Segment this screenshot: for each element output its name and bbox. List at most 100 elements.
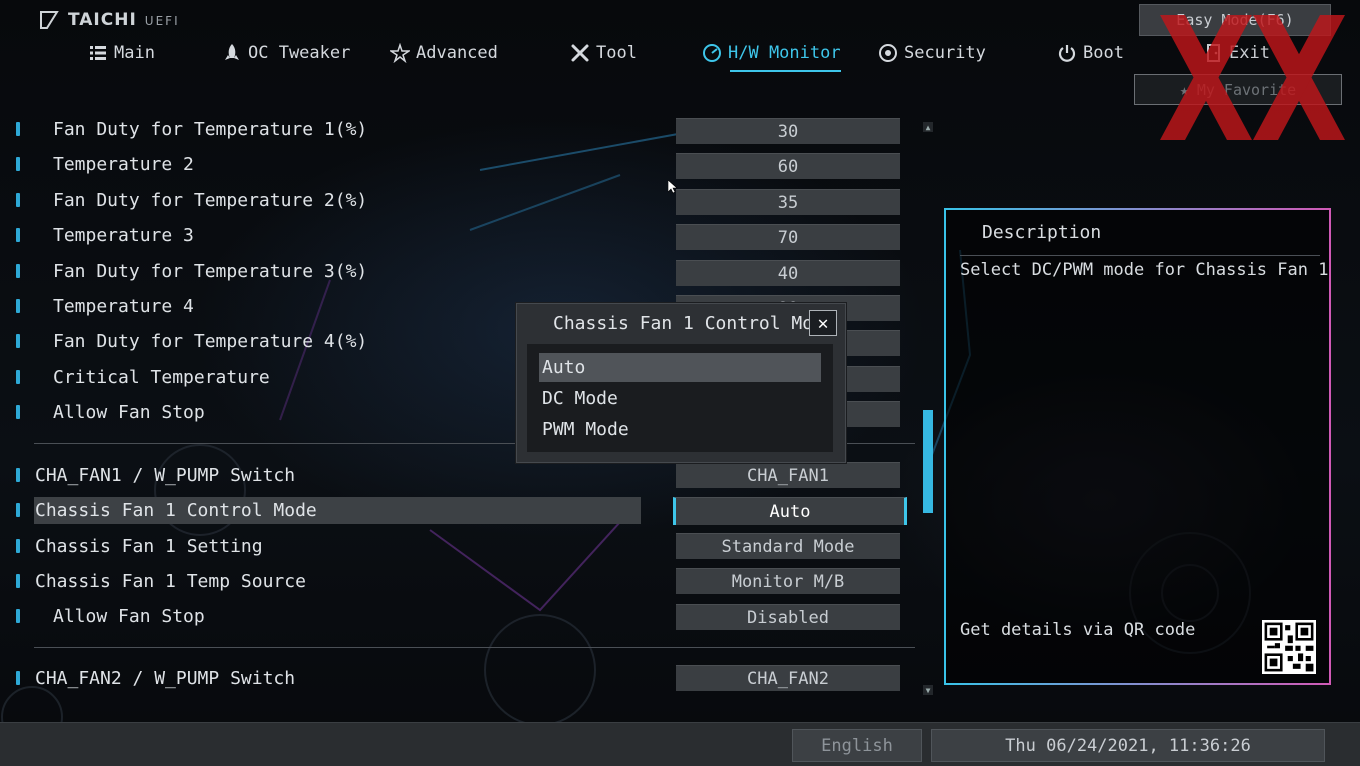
row-marker <box>16 334 20 348</box>
brand-name: TAICHI <box>68 10 137 30</box>
list-icon <box>90 46 106 60</box>
section-divider <box>34 647 915 648</box>
setting-row[interactable]: Temperature 2 <box>0 151 640 181</box>
setting-value[interactable]: CHA_FAN2 <box>676 665 900 691</box>
setting-label: Fan Duty for Temperature 4(%) <box>53 331 368 352</box>
shield-icon <box>879 44 897 62</box>
setting-row[interactable]: Chassis Fan 1 Setting <box>0 533 640 563</box>
active-tab-underline <box>730 70 841 72</box>
language-selector[interactable]: English <box>792 729 922 762</box>
uefi-label: UEFI <box>144 14 180 28</box>
row-marker <box>16 405 20 419</box>
setting-value[interactable]: 70 <box>676 224 900 250</box>
tab-label: Boot <box>1083 43 1124 63</box>
tab-label: Main <box>114 43 155 63</box>
setting-label: Fan Duty for Temperature 2(%) <box>53 190 368 211</box>
scroll-down-arrow-icon[interactable]: ▼ <box>923 685 933 695</box>
setting-value[interactable]: 35 <box>676 189 900 215</box>
system-datetime[interactable]: Thu 06/24/2021, 11:36:26 <box>931 729 1325 762</box>
setting-label: Temperature 3 <box>53 225 194 246</box>
setting-value[interactable]: CHA_FAN1 <box>676 462 900 488</box>
setting-value[interactable]: Standard Mode <box>676 533 900 559</box>
setting-row[interactable]: Chassis Fan 1 Temp Source <box>0 568 640 598</box>
monitor-gauge-icon <box>703 44 721 62</box>
row-marker <box>16 193 20 207</box>
option-auto[interactable]: Auto <box>539 353 821 382</box>
qr-code-label: Get details via QR code <box>960 620 1196 640</box>
setting-row[interactable]: Fan Duty for Temperature 3(%) <box>0 258 640 288</box>
footer-bar: English Thu 06/24/2021, 11:36:26 <box>0 722 1360 766</box>
tools-icon <box>571 44 589 62</box>
row-marker <box>16 539 20 553</box>
tab-security[interactable]: Security <box>878 40 986 66</box>
dialog-title: Chassis Fan 1 Control Mode <box>553 313 835 334</box>
setting-label: Temperature 4 <box>53 296 194 317</box>
watermark-logo-icon <box>1160 15 1345 140</box>
description-text: Select DC/PWM mode for Chassis Fan 1 <box>960 260 1329 280</box>
taichi-logo-icon <box>40 11 59 29</box>
setting-value[interactable]: Disabled <box>676 604 900 630</box>
tab-label: Tool <box>596 43 637 63</box>
setting-label: Chassis Fan 1 Temp Source <box>35 571 306 592</box>
scroll-up-arrow-icon[interactable]: ▲ <box>923 122 933 132</box>
setting-row-selected[interactable]: Chassis Fan 1 Control Mode <box>0 497 641 527</box>
tab-label: Security <box>904 43 986 63</box>
row-marker <box>16 122 20 136</box>
setting-value[interactable]: Monitor M/B <box>676 568 900 594</box>
setting-label: Fan Duty for Temperature 1(%) <box>53 119 368 140</box>
setting-value[interactable]: 40 <box>676 260 900 286</box>
close-icon[interactable]: ✕ <box>809 310 837 336</box>
setting-label: Chassis Fan 1 Setting <box>35 536 263 557</box>
row-marker <box>16 574 20 588</box>
mouse-cursor-icon <box>668 180 678 194</box>
row-marker <box>16 299 20 313</box>
setting-row[interactable]: Fan Duty for Temperature 1(%) <box>0 116 640 146</box>
setting-row[interactable]: CHA_FAN1 / W_PUMP Switch <box>0 462 640 492</box>
row-marker <box>16 264 20 278</box>
setting-label: Critical Temperature <box>53 367 270 388</box>
taichi-logo: TAICHI UEFI <box>38 10 180 30</box>
row-marker <box>16 503 20 517</box>
setting-label: Chassis Fan 1 Control Mode <box>35 500 317 521</box>
row-marker <box>16 609 20 623</box>
tab-label: Advanced <box>416 43 498 63</box>
setting-label: Fan Duty for Temperature 3(%) <box>53 261 368 282</box>
options-list: Auto DC Mode PWM Mode <box>527 344 833 452</box>
control-mode-dialog: Chassis Fan 1 Control Mode ✕ Auto DC Mod… <box>516 303 846 463</box>
setting-row[interactable]: Allow Fan Stop <box>0 603 640 633</box>
description-title: Description <box>982 222 1102 243</box>
setting-value[interactable]: 30 <box>676 118 900 144</box>
row-marker <box>16 157 20 171</box>
main-nav: Main OC Tweaker Advanced Tool H/W Monito… <box>0 40 1130 72</box>
row-marker <box>16 370 20 384</box>
setting-row[interactable]: Temperature 3 <box>0 222 640 252</box>
setting-row[interactable]: Fan Duty for Temperature 2(%) <box>0 187 640 217</box>
tab-advanced[interactable]: Advanced <box>390 40 498 66</box>
setting-label: Temperature 2 <box>53 154 194 175</box>
row-marker <box>16 228 20 242</box>
setting-value[interactable]: 60 <box>676 153 900 179</box>
tab-oc-tweaker[interactable]: OC Tweaker <box>222 40 350 66</box>
tab-tool[interactable]: Tool <box>570 40 637 66</box>
setting-label: Allow Fan Stop <box>53 402 205 423</box>
setting-row[interactable]: CHA_FAN2 / W_PUMP Switch <box>0 665 640 695</box>
star-icon <box>390 43 410 63</box>
power-icon <box>1058 45 1076 62</box>
description-divider <box>960 255 1320 256</box>
tab-label: H/W Monitor <box>728 43 841 63</box>
tab-label: OC Tweaker <box>248 43 351 63</box>
setting-label: CHA_FAN1 / W_PUMP Switch <box>35 465 296 486</box>
tab-boot[interactable]: Boot <box>1057 40 1124 66</box>
tab-hw-monitor[interactable]: H/W Monitor <box>702 40 841 72</box>
row-marker <box>16 671 20 685</box>
description-panel: Description Select DC/PWM mode for Chass… <box>944 208 1331 685</box>
option-pwm-mode[interactable]: PWM Mode <box>539 415 821 444</box>
option-dc-mode[interactable]: DC Mode <box>539 384 821 413</box>
scrollbar-thumb[interactable] <box>923 410 933 513</box>
setting-label: CHA_FAN2 / W_PUMP Switch <box>35 668 296 689</box>
rocket-icon <box>225 44 239 60</box>
tab-main[interactable]: Main <box>88 40 155 66</box>
setting-value-selected[interactable]: Auto <box>673 497 907 525</box>
row-marker <box>16 468 20 482</box>
qr-code-icon <box>1262 620 1316 674</box>
